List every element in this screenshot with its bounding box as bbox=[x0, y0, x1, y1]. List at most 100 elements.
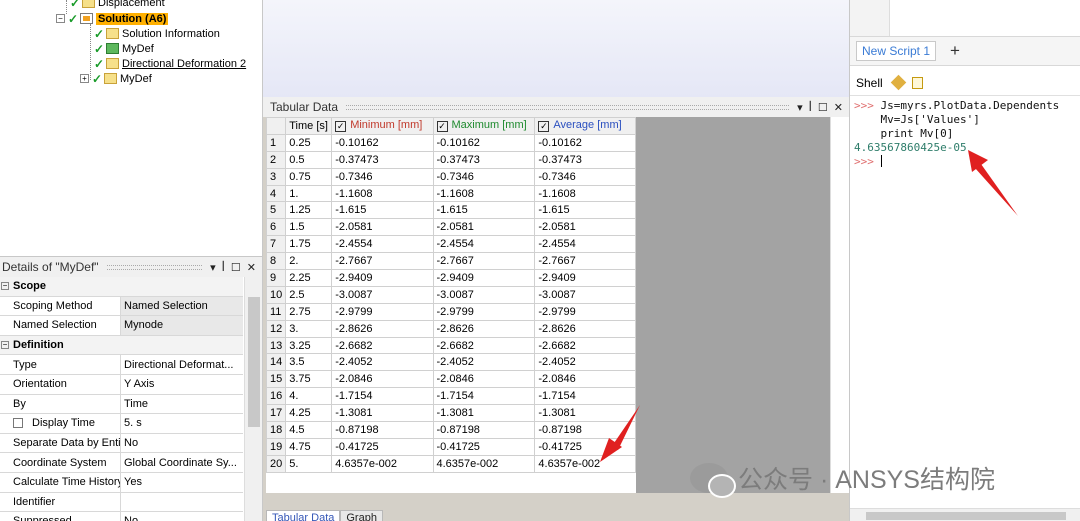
table-cell[interactable]: 4.75 bbox=[285, 437, 333, 456]
table-row[interactable]: 1 0.25 -0.10162 -0.10162 -0.10162 bbox=[265, 133, 636, 152]
checkbox-icon[interactable]: ✓ bbox=[335, 121, 347, 133]
table-cell[interactable]: -0.87198 bbox=[331, 421, 434, 439]
table-cell[interactable]: 3. bbox=[285, 319, 333, 338]
table-cell[interactable]: -2.9799 bbox=[432, 302, 536, 321]
tree-item-solution[interactable]: − ✓ Solution (A6) bbox=[56, 11, 169, 26]
table-cell[interactable]: -2.7667 bbox=[534, 252, 636, 271]
table-cell[interactable]: -2.9799 bbox=[534, 302, 636, 321]
checkbox-icon[interactable]: ✓ bbox=[538, 121, 550, 133]
table-row[interactable]: 19 4.75 -0.41725 -0.41725 -0.41725 bbox=[265, 437, 636, 456]
table-cell[interactable]: 3.25 bbox=[285, 336, 333, 355]
close-icon[interactable]: ✕ bbox=[247, 261, 256, 274]
property-value[interactable]: Mynode bbox=[121, 316, 243, 335]
table-cell[interactable]: -3.0087 bbox=[534, 285, 636, 304]
maximize-icon[interactable]: ☐ bbox=[818, 101, 828, 114]
tab-tabular-data[interactable]: Tabular Data bbox=[266, 510, 341, 521]
property-value[interactable]: Named Selection bbox=[121, 296, 243, 316]
details-row[interactable]: By Time bbox=[0, 394, 243, 415]
table-cell[interactable]: 1.5 bbox=[285, 218, 333, 237]
tree-item-mydef-2[interactable]: + ✓ MyDef bbox=[80, 71, 152, 86]
close-icon[interactable]: ✕ bbox=[834, 101, 843, 114]
table-cell[interactable]: -2.8626 bbox=[331, 319, 434, 338]
table-cell[interactable]: 0.5 bbox=[285, 150, 333, 169]
table-row[interactable]: 3 0.75 -0.7346 -0.7346 -0.7346 bbox=[265, 167, 636, 186]
table-cell[interactable]: 2.5 bbox=[285, 285, 333, 304]
tree-item-solution-information[interactable]: ✓ Solution Information bbox=[94, 26, 220, 41]
table-row[interactable]: 8 2. -2.7667 -2.7667 -2.7667 bbox=[265, 252, 636, 271]
table-cell[interactable]: -1.3081 bbox=[432, 404, 536, 423]
table-cell[interactable]: -2.0581 bbox=[534, 218, 636, 237]
property-value[interactable]: Y Axis bbox=[121, 375, 243, 394]
table-cell[interactable]: -2.4052 bbox=[331, 353, 434, 372]
property-value[interactable]: Yes bbox=[121, 473, 243, 492]
table-cell[interactable]: -2.9799 bbox=[331, 302, 434, 321]
table-cell[interactable]: -2.0581 bbox=[432, 218, 536, 237]
table-cell[interactable]: -0.7346 bbox=[432, 167, 536, 186]
parameter-checkbox[interactable] bbox=[13, 418, 23, 429]
details-row[interactable]: Orientation Y Axis bbox=[0, 374, 243, 395]
table-cell[interactable]: -2.6682 bbox=[331, 336, 434, 355]
property-value[interactable]: No bbox=[121, 512, 243, 521]
table-cell[interactable]: 4. bbox=[285, 387, 333, 406]
table-cell[interactable]: -0.41725 bbox=[534, 437, 636, 456]
table-row[interactable]: 17 4.25 -1.3081 -1.3081 -1.3081 bbox=[265, 404, 636, 423]
table-cell[interactable]: -0.37473 bbox=[432, 150, 536, 169]
details-row[interactable]: Named Selection Mynode bbox=[0, 316, 243, 336]
details-row[interactable]: Coordinate System Global Coordinate Sy... bbox=[0, 453, 243, 473]
table-cell[interactable]: -0.37473 bbox=[534, 150, 636, 169]
details-row[interactable]: Display Time 5. s bbox=[0, 414, 243, 434]
table-cell[interactable]: -2.0846 bbox=[534, 370, 636, 389]
collapse-icon[interactable]: − bbox=[56, 14, 65, 23]
checkbox-icon[interactable]: ✓ bbox=[436, 121, 448, 133]
eraser-icon[interactable] bbox=[890, 74, 906, 91]
table-cell[interactable]: -0.41725 bbox=[432, 437, 536, 456]
table-cell[interactable]: 4.5 bbox=[285, 421, 333, 439]
table-cell[interactable]: -0.10162 bbox=[534, 133, 636, 152]
table-cell[interactable]: 5. bbox=[285, 454, 333, 473]
table-row[interactable]: 7 1.75 -2.4554 -2.4554 -2.4554 bbox=[265, 235, 636, 254]
table-cell[interactable]: -3.0087 bbox=[432, 285, 536, 304]
table-row[interactable]: 2 0.5 -0.37473 -0.37473 -0.37473 bbox=[265, 150, 636, 169]
shell-console[interactable]: >>> Js=myrs.PlotData.Dependents Mv=Js['V… bbox=[854, 99, 1079, 169]
script-editor[interactable] bbox=[850, 0, 1080, 36]
table-cell[interactable]: -2.4052 bbox=[432, 353, 536, 372]
table-cell[interactable]: 1.25 bbox=[285, 201, 333, 220]
table-cell[interactable]: 0.75 bbox=[285, 167, 333, 186]
graphics-viewport[interactable] bbox=[262, 0, 849, 97]
collapse-icon[interactable]: − bbox=[1, 341, 9, 350]
table-cell[interactable]: 2.75 bbox=[285, 302, 333, 321]
table-cell[interactable]: -2.9409 bbox=[331, 269, 434, 287]
table-cell[interactable]: -2.4554 bbox=[432, 235, 536, 254]
tree-item-directional-deformation-2[interactable]: ✓ Directional Deformation 2 bbox=[94, 56, 246, 71]
table-cell[interactable]: -0.7346 bbox=[534, 167, 636, 186]
table-cell[interactable]: -0.41725 bbox=[331, 437, 434, 456]
table-cell[interactable]: -2.0581 bbox=[331, 218, 434, 237]
scrollbar-thumb[interactable] bbox=[866, 512, 1066, 520]
table-cell[interactable]: -1.7154 bbox=[432, 387, 536, 406]
table-row[interactable]: 4 1. -1.1608 -1.1608 -1.1608 bbox=[265, 184, 636, 203]
property-value[interactable]: No bbox=[121, 434, 243, 453]
table-row[interactable]: 11 2.75 -2.9799 -2.9799 -2.9799 bbox=[265, 302, 636, 321]
property-value[interactable]: 5. s bbox=[121, 414, 243, 433]
details-row[interactable]: Scoping Method Named Selection bbox=[0, 296, 243, 317]
table-cell[interactable]: -1.7154 bbox=[331, 387, 434, 406]
table-row[interactable]: 16 4. -1.7154 -1.7154 -1.7154 bbox=[265, 387, 636, 406]
tab-graph[interactable]: Graph bbox=[340, 510, 383, 521]
pin-icon[interactable]: ꟾ bbox=[809, 101, 812, 114]
column-header-average[interactable]: ✓ Average [mm] bbox=[534, 117, 636, 135]
table-cell[interactable]: 1.75 bbox=[285, 235, 333, 254]
table-row[interactable]: 14 3.5 -2.4052 -2.4052 -2.4052 bbox=[265, 353, 636, 372]
pin-icon[interactable]: ꟾ bbox=[222, 261, 225, 274]
table-cell[interactable]: -2.9409 bbox=[534, 269, 636, 287]
table-cell[interactable]: -1.1608 bbox=[432, 184, 536, 203]
table-row[interactable]: 12 3. -2.8626 -2.8626 -2.8626 bbox=[265, 319, 636, 338]
table-cell[interactable]: -0.87198 bbox=[432, 421, 536, 439]
scrollbar-thumb[interactable] bbox=[248, 297, 260, 427]
table-cell[interactable]: -0.10162 bbox=[331, 133, 434, 152]
tree-item-displacement[interactable]: ✓ Displacement bbox=[70, 0, 165, 10]
details-group-header[interactable]: − Scope bbox=[0, 277, 243, 297]
dropdown-icon[interactable]: ▾ bbox=[797, 101, 803, 114]
table-cell[interactable]: -2.6682 bbox=[432, 336, 536, 355]
expand-icon[interactable]: + bbox=[80, 74, 89, 83]
table-cell[interactable]: -2.8626 bbox=[432, 319, 536, 338]
